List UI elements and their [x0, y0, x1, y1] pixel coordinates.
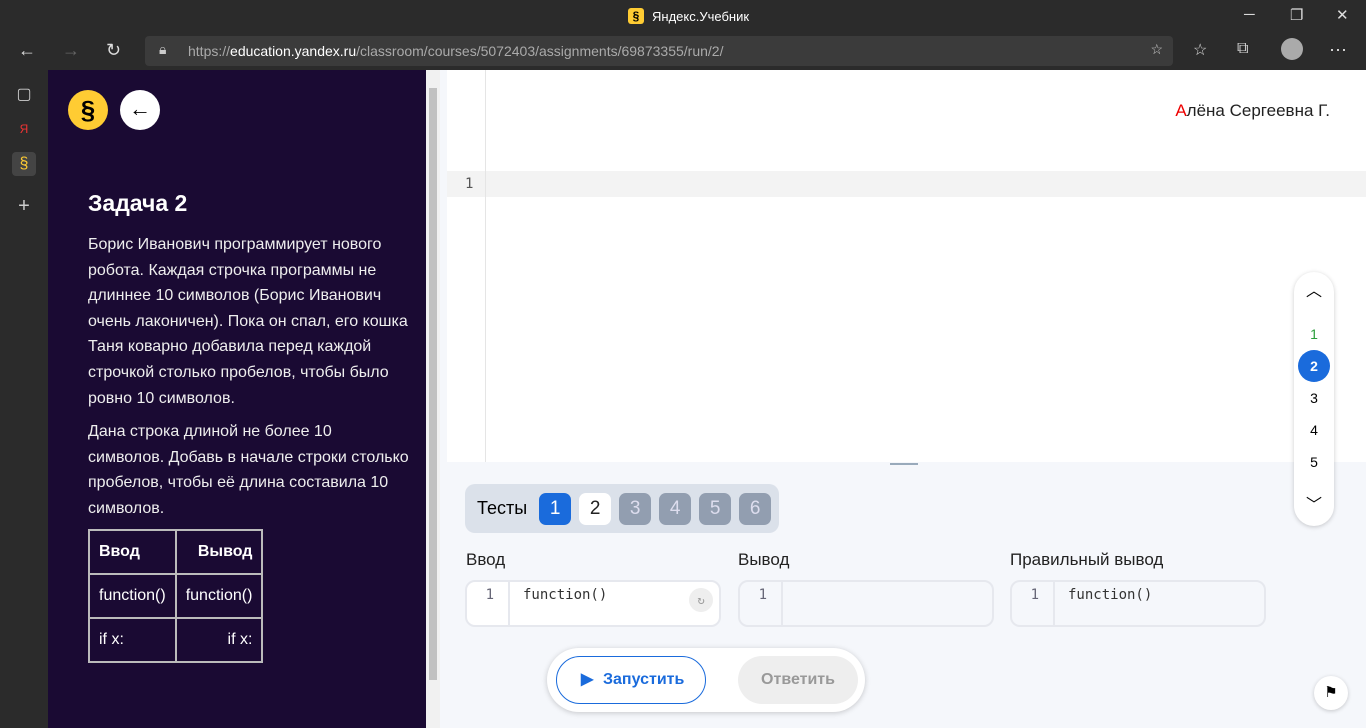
output-label: Вывод [738, 550, 790, 569]
forward-icon[interactable]: → [62, 40, 80, 61]
add-favorite-icon[interactable]: ☆ [1150, 41, 1163, 58]
action-bar: ▶ Запустить Ответить [547, 648, 865, 712]
task-description: Борис Иванович программирует нового робо… [88, 236, 408, 407]
code-editor[interactable]: 1 Алёна Сергеевна Г. [447, 70, 1366, 462]
test-tab-5[interactable]: 5 [699, 492, 732, 525]
expected-value: function() [1068, 587, 1153, 603]
expected-output-field: 1 function() [1010, 580, 1266, 627]
task-panel: § ← Задача 2 Борис Иванович программируе… [48, 70, 426, 728]
gutter [485, 70, 486, 462]
pager-item-active[interactable]: 2 [1298, 350, 1330, 382]
resize-handle[interactable] [890, 463, 918, 465]
input-label: Ввод [466, 550, 506, 569]
task-pager: ︿ 1 2 3 4 5 ﹀ [1294, 272, 1334, 526]
test-tab-1[interactable]: 1 [539, 492, 572, 525]
user-name[interactable]: Алёна Сергеевна Г. [1175, 101, 1330, 121]
expected-label: Правильный вывод [1010, 550, 1164, 569]
back-icon[interactable]: ← [18, 40, 36, 61]
flag-icon[interactable]: ⚑ [1314, 676, 1348, 710]
answer-button[interactable]: Ответить [738, 656, 858, 704]
task-title: Задача 2 [88, 190, 188, 216]
uchebnik-tab-icon[interactable]: § [12, 152, 36, 176]
run-button[interactable]: ▶ Запустить [556, 656, 706, 704]
main-area: 1 Алёна Сергеевна Г. ︿ 1 2 3 4 5 ﹀ Тесты… [440, 70, 1366, 728]
header-output: Вывод [174, 529, 264, 575]
test-tab-3[interactable]: 3 [619, 492, 652, 525]
example-table: Ввод Вывод function() function() if x: if x… [88, 529, 264, 663]
url-prefix: https:// [188, 43, 231, 59]
line-number: 1 [467, 582, 510, 625]
chevron-up-icon[interactable]: ︿ [1298, 276, 1330, 308]
output-field: 1 [738, 580, 994, 627]
tests-tabs: Тесты 1 2 3 4 5 6 [465, 484, 780, 533]
collections-icon[interactable]: ⧉ [1237, 40, 1248, 58]
url-domain: education.yandex.ru [230, 43, 357, 59]
test-tab-4[interactable]: 4 [659, 492, 692, 525]
play-icon: ▶ [581, 671, 594, 688]
browser-sidebar: ▢ Я § + [0, 70, 47, 728]
cell: function() [174, 573, 264, 619]
cell: if x: [174, 617, 264, 663]
line-number: 1 [1012, 582, 1055, 625]
user-name-rest: лёна Сергеевна Г. [1186, 101, 1330, 120]
minimize-button[interactable]: ─ [1244, 6, 1255, 23]
add-icon[interactable]: + [12, 194, 36, 218]
tests-label: Тесты [477, 498, 528, 518]
favorites-icon[interactable]: ☆ [1193, 40, 1207, 60]
user-initial: А [1175, 101, 1187, 120]
current-line [447, 171, 1366, 197]
tabs-icon[interactable]: ▢ [12, 83, 36, 107]
header-input: Ввод [88, 529, 177, 575]
input-value: function() [523, 587, 608, 603]
cell: if x: [88, 617, 177, 663]
title-bar: § Яндекс.Учебник ─ ❐ ✕ [0, 0, 1366, 32]
pager-item[interactable]: 1 [1298, 318, 1330, 350]
run-label: Запустить [603, 671, 685, 688]
back-button[interactable]: ← [120, 90, 160, 130]
task-input-description: Дана строка длиной не более 10 символов.… [88, 423, 409, 517]
address-bar[interactable]: 🔒︎ https://education.yandex.ru/classroom… [145, 36, 1173, 66]
window-title: Яндекс.Учебник [652, 8, 750, 24]
profile-avatar[interactable] [1281, 38, 1303, 60]
refresh-icon[interactable]: ↻ [106, 40, 121, 61]
more-icon[interactable]: ⋯ [1329, 40, 1347, 61]
url-path: /classroom/courses/5072403/assignments/6… [356, 43, 724, 59]
lock-icon: 🔒︎ [159, 41, 167, 57]
input-field[interactable]: 1 function() ↻ [465, 580, 721, 627]
test-tab-6[interactable]: 6 [739, 492, 772, 525]
restore-button[interactable]: ❐ [1290, 6, 1303, 24]
test-tab-2[interactable]: 2 [579, 492, 612, 525]
cell: function() [88, 573, 177, 619]
yandex-icon[interactable]: Я [12, 117, 36, 141]
nav-bar: ← → ↻ 🔒︎ https://education.yandex.ru/cla… [0, 32, 1366, 70]
favicon-icon: § [628, 8, 644, 24]
close-button[interactable]: ✕ [1336, 6, 1349, 24]
scrollbar-thumb[interactable] [429, 88, 437, 680]
logo-icon[interactable]: § [68, 90, 108, 130]
pager-item[interactable]: 3 [1298, 382, 1330, 414]
chevron-down-icon[interactable]: ﹀ [1298, 490, 1330, 522]
pager-item[interactable]: 4 [1298, 414, 1330, 446]
pager-item[interactable]: 5 [1298, 446, 1330, 478]
line-number: 1 [740, 582, 783, 625]
line-number: 1 [465, 176, 474, 192]
reset-icon[interactable]: ↻ [689, 588, 713, 612]
